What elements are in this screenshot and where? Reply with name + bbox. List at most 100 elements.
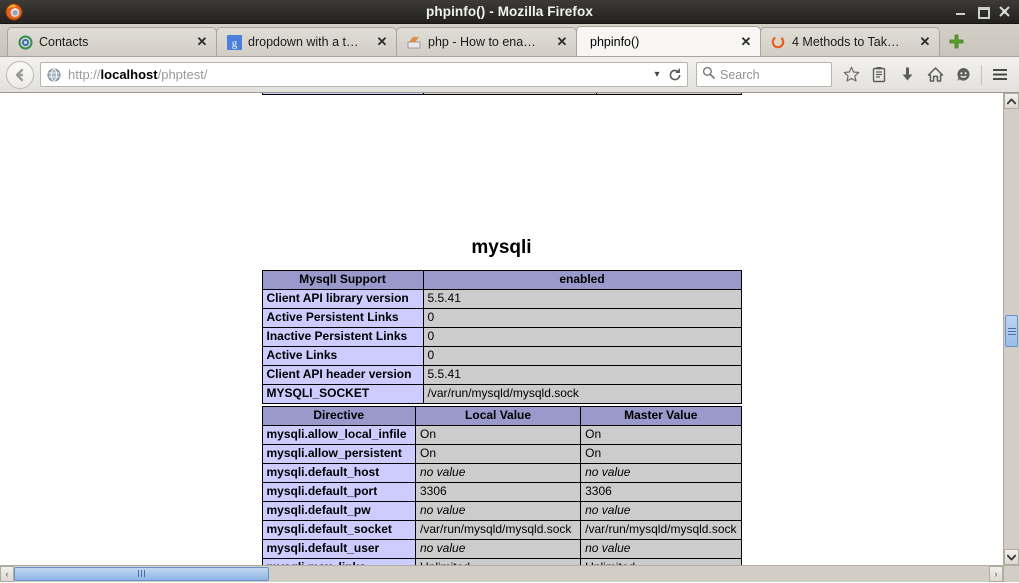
scrollbar-grip-icon <box>1007 326 1016 337</box>
contacts-favicon-icon <box>17 34 33 50</box>
col-header-directive: Directive <box>261 406 416 426</box>
table-row: Client API header version 5.5.41 <box>261 365 742 385</box>
local-value: no value <box>414 463 582 483</box>
table-row: mysqli.default_user no value no value <box>261 539 742 559</box>
support-row-value: 0 <box>422 308 742 328</box>
tab-label: dropdown with a t… <box>248 35 359 49</box>
scroll-up-button[interactable] <box>1004 93 1019 109</box>
mysql-partial-table-block: mysql.trace_mode Off Off <box>0 93 1003 95</box>
mysqli-directive-block: Directive Local Value Master Value mysql… <box>0 406 1003 565</box>
svg-text:g: g <box>231 37 237 49</box>
tab-close-button[interactable]: ✕ <box>738 34 754 50</box>
table-row: Active Links 0 <box>261 346 742 366</box>
tab-close-button[interactable]: ✕ <box>554 34 570 50</box>
plus-icon <box>949 34 963 49</box>
search-icon <box>702 66 715 84</box>
orange-ring-favicon-icon <box>770 34 786 50</box>
downloads-icon[interactable] <box>894 62 920 88</box>
support-row-value: 0 <box>422 327 742 347</box>
directive-name: mysqli.default_socket <box>261 520 416 540</box>
home-icon[interactable] <box>922 62 948 88</box>
scroll-left-button[interactable]: ‹ <box>0 566 14 582</box>
vertical-scrollbar-thumb[interactable] <box>1005 315 1018 347</box>
menu-hamburger-icon[interactable] <box>987 62 1013 88</box>
directive-name: mysqli.default_host <box>261 463 416 483</box>
close-button[interactable] <box>999 6 1010 17</box>
tab-4-methods-to-tak[interactable]: 4 Methods to Tak… ✕ <box>760 27 940 56</box>
table-row: MYSQLI_SOCKET /var/run/mysqld/mysqld.soc… <box>261 384 742 404</box>
support-row-value: /var/run/mysqld/mysqld.sock <box>422 384 742 404</box>
new-tab-button[interactable] <box>942 27 970 56</box>
vertical-scrollbar-track[interactable] <box>1004 109 1019 549</box>
php-favicon-icon <box>406 34 422 50</box>
tab-phpinfo[interactable]: phpinfo() ✕ <box>576 26 761 56</box>
scroll-right-button[interactable]: › <box>989 566 1003 582</box>
window-title: phpinfo() - Mozilla Firefox <box>426 4 593 19</box>
bookmark-star-icon[interactable] <box>838 62 864 88</box>
table-row: Client API library version 5.5.41 <box>261 289 742 309</box>
window-titlebar: phpinfo() - Mozilla Firefox <box>0 0 1019 24</box>
tab-close-button[interactable]: ✕ <box>374 34 390 50</box>
scrollbar-corner <box>1003 565 1019 582</box>
reader-list-icon[interactable] <box>866 62 892 88</box>
table-row: mysqli.allow_persistent On On <box>261 444 742 464</box>
search-bar[interactable]: Search <box>696 62 832 87</box>
search-input[interactable]: Search <box>720 68 760 82</box>
horizontal-scrollbar-track[interactable] <box>14 566 989 582</box>
support-row-name: MYSQLI_SOCKET <box>261 384 424 404</box>
support-row-value: 5.5.41 <box>422 289 742 309</box>
local-value: On <box>414 425 582 445</box>
master-value: On <box>580 425 742 445</box>
tab-php-how-to-ena[interactable]: php - How to ena… ✕ <box>396 27 577 56</box>
table-row: Active Persistent Links 0 <box>261 308 742 328</box>
tab-dropdown-with-a-t[interactable]: g dropdown with a t… ✕ <box>216 27 397 56</box>
table-row: mysqli.default_host no value no value <box>261 463 742 483</box>
sync-smiley-icon[interactable] <box>950 62 976 88</box>
support-row-value: 0 <box>422 346 742 366</box>
support-row-name: Active Persistent Links <box>261 308 424 328</box>
master-value: Off <box>595 93 742 95</box>
support-row-name: Inactive Persistent Links <box>261 327 424 347</box>
mysqli-directive-table: Directive Local Value Master Value mysql… <box>261 406 742 565</box>
master-value: no value <box>580 539 742 559</box>
minimize-button[interactable] <box>955 6 966 17</box>
url-bar[interactable]: http://localhost/phptest/ ▾ <box>40 62 688 87</box>
mysqli-heading-block: mysqli <box>0 237 1003 259</box>
support-header-name: MysqlI Support <box>261 270 424 290</box>
directive-name: mysqli.default_user <box>261 539 416 559</box>
tab-label: php - How to ena… <box>428 35 536 49</box>
support-row-name: Client API library version <box>261 289 424 309</box>
master-value: no value <box>580 463 742 483</box>
reload-icon[interactable] <box>665 68 685 82</box>
scroll-down-button[interactable] <box>1004 549 1019 565</box>
directive-name: mysqli.default_pw <box>261 501 416 521</box>
url-host: localhost <box>100 67 158 82</box>
directive-name: mysqli.default_port <box>261 482 416 502</box>
bottom-scrollbar-area: ‹ › <box>0 565 1019 582</box>
support-header-value: enabled <box>422 270 742 290</box>
master-value: /var/run/mysqld/mysqld.sock <box>580 520 742 540</box>
tab-close-button[interactable]: ✕ <box>917 34 933 50</box>
master-value: 3306 <box>580 482 742 502</box>
directive-name: mysqli.allow_persistent <box>261 444 416 464</box>
horizontal-scrollbar[interactable]: ‹ › <box>0 565 1019 582</box>
horizontal-scrollbar-thumb[interactable] <box>14 567 269 581</box>
maximize-button[interactable] <box>977 6 990 19</box>
table-header-row: Directive Local Value Master Value <box>261 406 742 426</box>
local-value: 3306 <box>414 482 582 502</box>
scrollbar-grip-icon <box>137 565 146 583</box>
back-arrow-icon <box>15 68 24 81</box>
directive-name: mysqli.allow_local_infile <box>261 425 416 445</box>
tab-label: Contacts <box>39 35 89 49</box>
chevron-down-icon[interactable]: ▾ <box>649 69 665 80</box>
vertical-scrollbar[interactable] <box>1003 93 1019 565</box>
tab-label: 4 Methods to Tak… <box>792 35 900 49</box>
tab-contacts[interactable]: Contacts ✕ <box>7 27 217 56</box>
page-viewport: mysql.trace_mode Off Off mysqli MysqlI S… <box>0 93 1003 565</box>
tab-close-button[interactable]: ✕ <box>194 34 210 50</box>
tab-label: phpinfo() <box>590 34 640 49</box>
back-button[interactable] <box>6 60 34 89</box>
support-row-name: Client API header version <box>261 365 424 385</box>
table-row: Inactive Persistent Links 0 <box>261 327 742 347</box>
col-header-master-value: Master Value <box>580 406 742 426</box>
